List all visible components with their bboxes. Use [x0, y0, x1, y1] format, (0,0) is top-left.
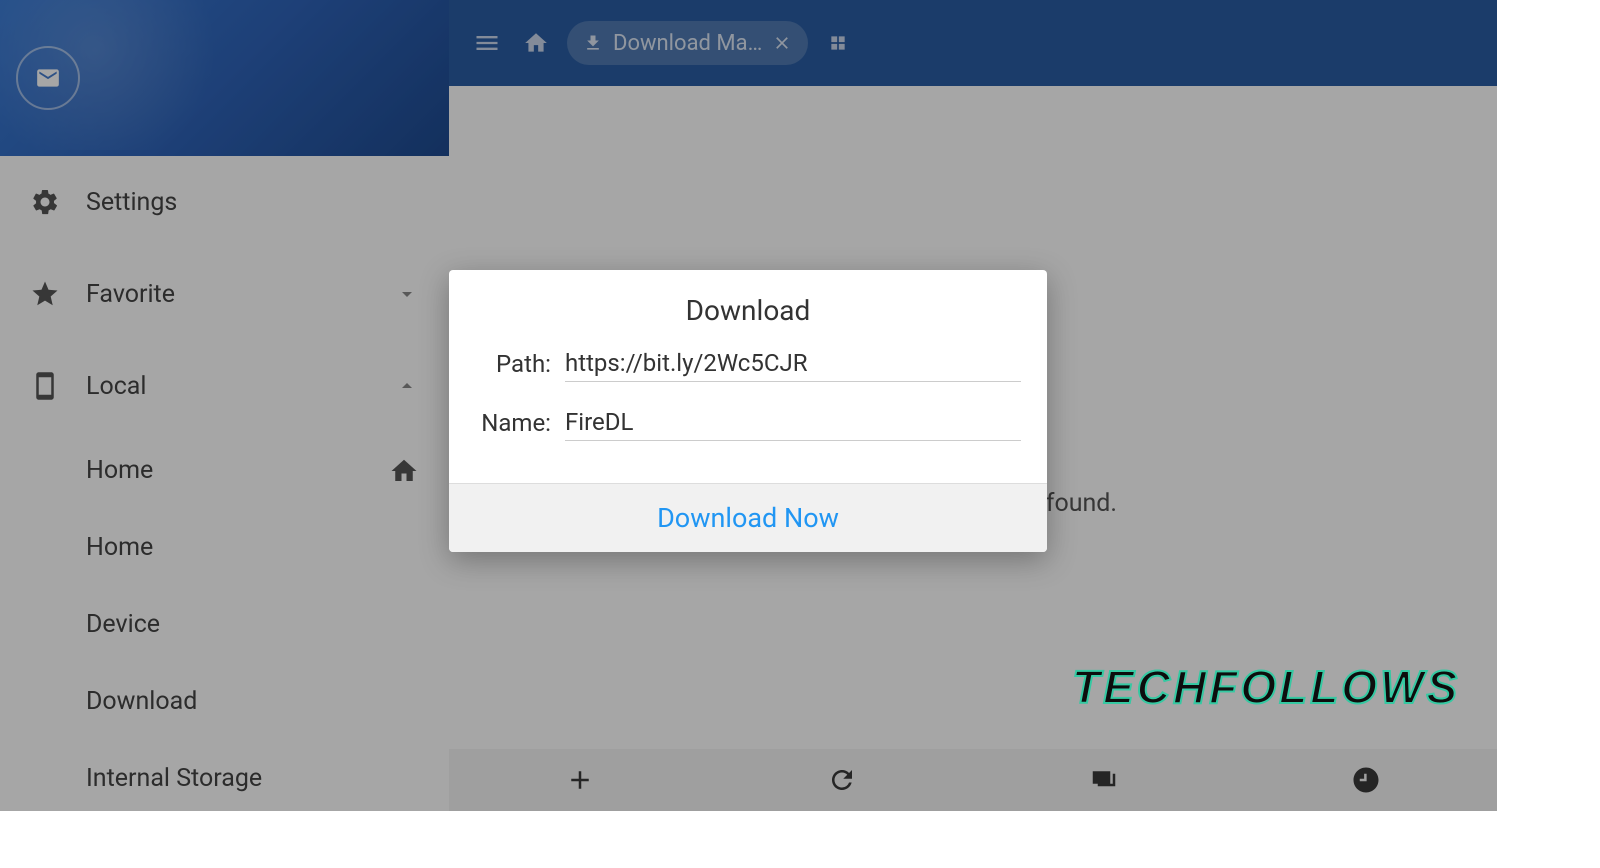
sub-home-label-1: Home: [86, 456, 389, 485]
clock-icon: [1351, 765, 1381, 795]
path-input[interactable]: [565, 345, 1021, 382]
sidebar-item-favorite[interactable]: Favorite: [0, 248, 449, 340]
add-button[interactable]: [449, 749, 711, 811]
chevron-down-icon: [395, 282, 419, 306]
sidebar-sub-device[interactable]: Device: [0, 586, 449, 663]
bottom-bar: [449, 749, 1497, 811]
phone-icon: [30, 371, 60, 401]
windows-icon[interactable]: [826, 33, 850, 53]
sidebar-sub-download[interactable]: Download: [0, 663, 449, 740]
sidebar-sub-internal[interactable]: Internal Storage: [0, 740, 449, 817]
sub-download-label: Download: [86, 687, 197, 716]
sub-internal-label: Internal Storage: [86, 764, 262, 793]
sidebar-sub-home-2[interactable]: Home: [0, 509, 449, 586]
bottom-border: [0, 811, 1600, 868]
settings-label: Settings: [86, 188, 419, 217]
sub-home-label-2: Home: [86, 533, 153, 562]
sidebar-item-settings[interactable]: Settings: [0, 156, 449, 248]
name-input[interactable]: [565, 404, 1021, 441]
home-icon: [389, 456, 419, 486]
mail-icon: [31, 65, 65, 91]
tab-label: Download Ma…: [613, 31, 762, 56]
favorite-label: Favorite: [86, 280, 395, 309]
right-border: [1497, 0, 1600, 868]
history-button[interactable]: [1235, 749, 1497, 811]
name-label: Name:: [475, 409, 551, 437]
download-modal: Download Path: Name: Download Now: [449, 270, 1047, 552]
sidebar-item-local[interactable]: Local: [0, 340, 449, 432]
path-label: Path:: [475, 350, 551, 378]
watermark: TECHFOLLOWS: [1072, 660, 1460, 714]
mail-button[interactable]: [16, 46, 80, 110]
sidebar-sub-home-1[interactable]: Home: [0, 432, 449, 509]
chevron-up-icon: [395, 374, 419, 398]
content-status: found.: [1046, 489, 1117, 518]
modal-title: Download: [449, 270, 1047, 345]
plus-icon: [565, 765, 595, 795]
windows-button[interactable]: [973, 749, 1235, 811]
sidebar: Settings Favorite Local Home Home Device…: [0, 0, 449, 811]
tab-download-manager[interactable]: Download Ma…: [567, 21, 808, 65]
top-bar: Download Ma…: [449, 0, 1497, 86]
home-tab-icon[interactable]: [523, 30, 549, 56]
refresh-button[interactable]: [711, 749, 973, 811]
refresh-icon: [827, 765, 857, 795]
star-icon: [30, 279, 60, 309]
download-now-button[interactable]: Download Now: [449, 483, 1047, 552]
sidebar-header: [0, 0, 449, 156]
sub-device-label: Device: [86, 610, 160, 639]
gear-icon: [30, 187, 60, 217]
close-icon[interactable]: [772, 33, 792, 53]
local-label: Local: [86, 372, 395, 401]
hamburger-icon[interactable]: [469, 29, 505, 57]
stack-icon: [1089, 765, 1119, 795]
download-icon: [583, 33, 603, 53]
